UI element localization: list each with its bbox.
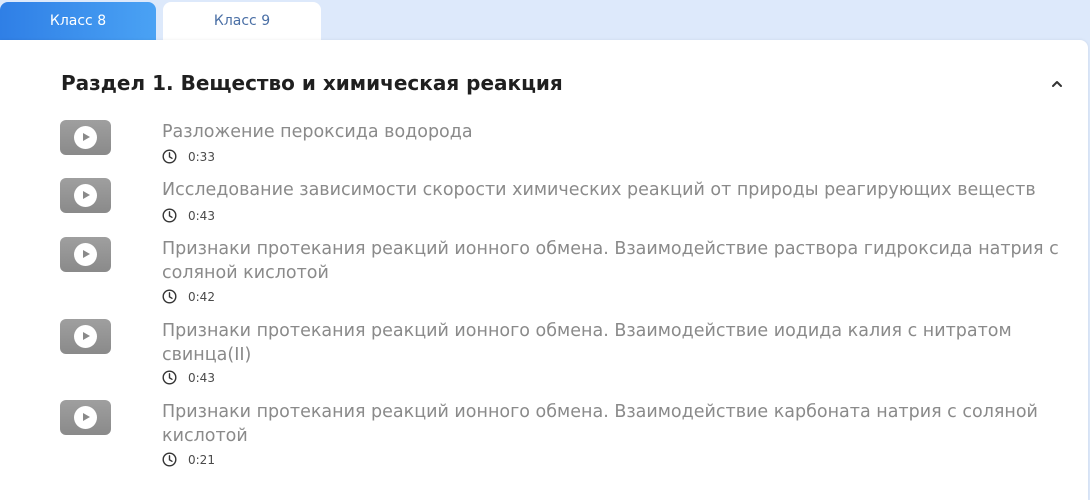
duration-text: 0:42 [188, 290, 215, 304]
play-icon [74, 243, 97, 266]
duration-text: 0:21 [188, 453, 215, 467]
play-icon [74, 126, 97, 149]
video-thumbnail[interactable] [60, 237, 111, 272]
video-thumbnail[interactable] [60, 178, 111, 213]
duration-text: 0:43 [188, 209, 215, 223]
video-thumbnail[interactable] [60, 319, 111, 354]
chevron-up-icon[interactable] [1050, 78, 1064, 90]
duration-text: 0:33 [188, 150, 215, 164]
class-tabs: Класс 8 Класс 9 [0, 0, 1090, 42]
clock-icon [162, 149, 177, 164]
tab-class-8[interactable]: Класс 8 [0, 2, 156, 42]
video-thumbnail[interactable] [60, 120, 111, 155]
play-icon [74, 406, 97, 429]
video-thumbnail[interactable] [60, 400, 111, 435]
tab-class-9[interactable]: Класс 9 [163, 2, 321, 42]
lesson-title[interactable]: Признаки протекания реакций ионного обме… [162, 237, 1072, 285]
section-title[interactable]: Раздел 1. Вещество и химическая реакция [61, 71, 563, 95]
clock-icon [162, 370, 177, 385]
lesson-title[interactable]: Разложение пероксида водорода [162, 120, 1072, 144]
lesson-title[interactable]: Признаки протекания реакций ионного обме… [162, 400, 1072, 448]
duration-text: 0:43 [188, 371, 215, 385]
lesson-title[interactable]: Исследование зависимости скорости химиче… [162, 178, 1072, 202]
lesson-title[interactable]: Признаки протекания реакций ионного обме… [162, 319, 1072, 367]
clock-icon [162, 289, 177, 304]
play-icon [74, 325, 97, 348]
clock-icon [162, 452, 177, 467]
clock-icon [162, 208, 177, 223]
section-panel: Раздел 1. Вещество и химическая реакция … [0, 40, 1088, 500]
play-icon [74, 184, 97, 207]
